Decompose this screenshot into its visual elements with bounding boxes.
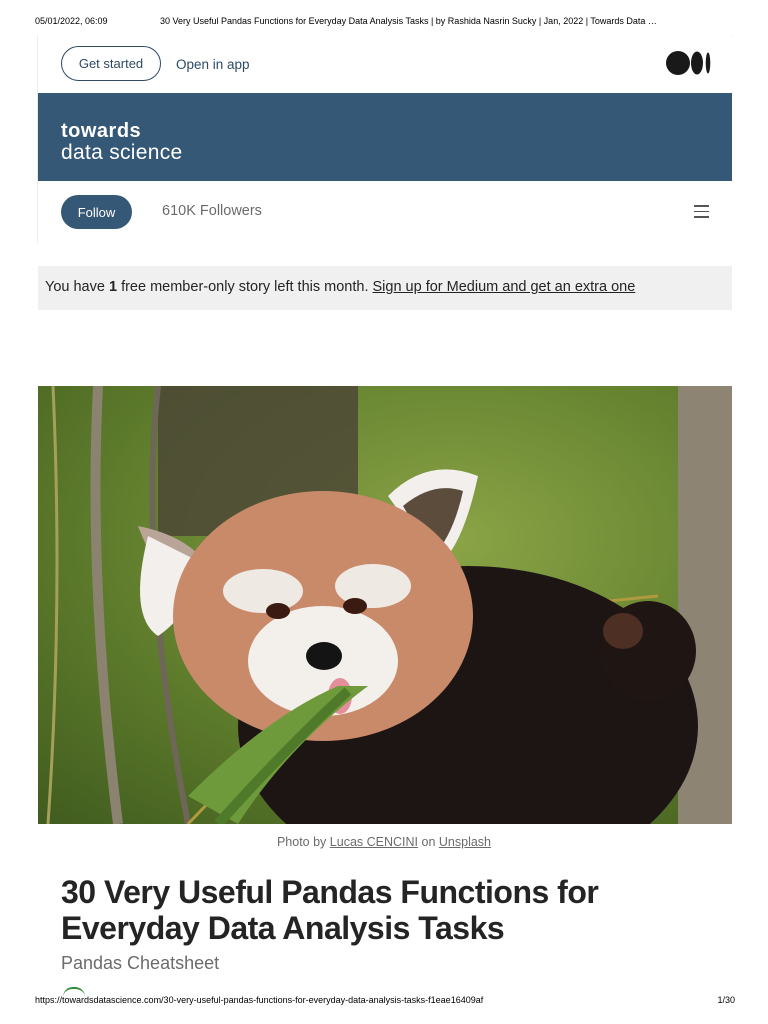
hero-image (38, 386, 732, 824)
article-title: 30 Very Useful Pandas Functions for Ever… (61, 874, 599, 946)
top-bar: Get started Open in app (38, 36, 732, 92)
sign-up-link[interactable]: Sign up for Medium and get an extra one (373, 279, 636, 295)
print-url: https://towardsdatascience.com/30-very-u… (35, 995, 484, 1005)
red-panda-photo (38, 386, 732, 824)
print-footer: https://towardsdatascience.com/30-very-u… (35, 995, 735, 1009)
image-caption: Photo by Lucas CENCINI on Unsplash (0, 835, 768, 849)
open-in-app-link[interactable]: Open in app (176, 57, 250, 72)
publication-logo[interactable]: towards data science (61, 121, 183, 163)
member-story-notice: You have 1 free member-only story left t… (38, 266, 732, 310)
photographer-link[interactable]: Lucas CENCINI (330, 835, 418, 849)
article-subtitle: Pandas Cheatsheet (61, 953, 220, 973)
notice-count: 1 (108, 279, 118, 295)
notice-prefix: You have (45, 279, 109, 295)
unsplash-link[interactable]: Unsplash (439, 835, 491, 849)
print-date: 05/01/2022, 06:09 (35, 16, 108, 26)
get-started-button[interactable]: Get started (61, 46, 161, 81)
publication-banner[interactable]: towards data science (38, 93, 732, 181)
notice-middle: free member-only story left this month. (117, 279, 373, 295)
follow-button[interactable]: Follow (61, 195, 132, 229)
print-header: 05/01/2022, 06:09 30 Very Useful Pandas … (35, 16, 735, 30)
follow-bar: Follow 610K Followers (38, 181, 732, 243)
medium-logo-icon[interactable] (666, 50, 712, 76)
caption-mid: on (418, 835, 439, 849)
publication-logo-line2: data science (61, 141, 183, 164)
followers-count: 610K Followers (162, 203, 262, 219)
hamburger-menu-icon[interactable] (694, 205, 709, 219)
print-page-number: 1/30 (717, 995, 735, 1005)
print-document-title: 30 Very Useful Pandas Functions for Ever… (160, 16, 657, 26)
publication-logo-line1: towards (61, 120, 142, 142)
caption-prefix: Photo by (276, 835, 330, 849)
